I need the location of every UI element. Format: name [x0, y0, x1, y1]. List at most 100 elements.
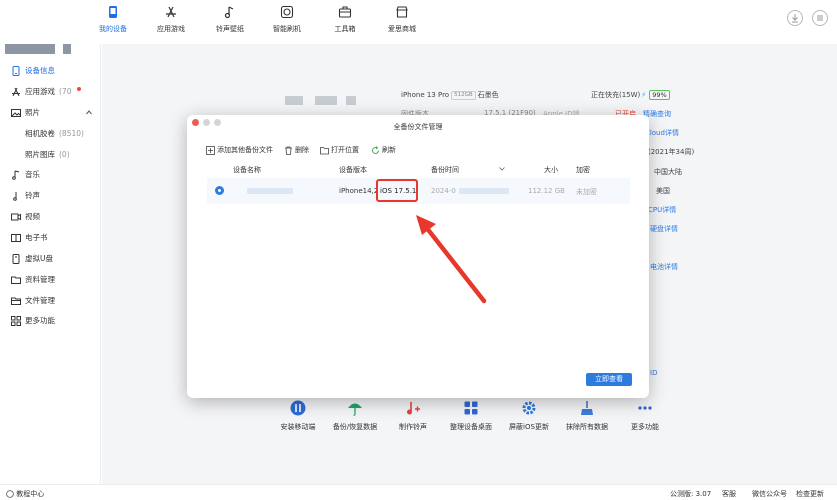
wechat-link[interactable]: 微信公众号 [752, 489, 787, 499]
sidebar-item-label: 设备信息 [25, 66, 55, 75]
sidebar-item-camera-roll[interactable]: 相机胶卷 (8510) [0, 126, 101, 142]
id-tail: ID [650, 369, 658, 377]
refresh-icon [372, 145, 379, 154]
sidebar: 设备信息 应用游戏 (70 照片 相机胶卷 (8510) 照片图库 (0) 音乐 铃声… [0, 44, 101, 484]
app-store-icon [166, 6, 176, 18]
check-update-link[interactable]: 检查更新 [796, 489, 824, 499]
storage-tag: 512GB [451, 90, 476, 100]
col-device-version[interactable]: 设备版本 [339, 165, 367, 175]
music-note-icon [224, 6, 234, 19]
col-size[interactable]: 大小 [544, 165, 558, 175]
backup-time-cell: 2024-0 [431, 187, 456, 195]
top-nav: 我的设备 应用游戏 铃声壁纸 智能刷机 工具箱 爱思商城 [0, 0, 837, 44]
row-radio[interactable] [215, 186, 224, 195]
sidebar-item-more[interactable]: 更多功能 [0, 313, 101, 329]
sidebar-item-ringtones[interactable]: 铃声 [0, 188, 101, 204]
nav-toolbox[interactable]: 工具箱 [320, 5, 370, 34]
nav-label: 爱思商城 [388, 25, 416, 33]
flash-icon [280, 5, 294, 19]
sidebar-item-photos[interactable]: 照片 [0, 105, 101, 121]
nav-ringtones[interactable]: 铃声壁纸 [205, 5, 255, 34]
dialog-title: 全备份文件管理 [393, 123, 443, 131]
file-icon [11, 297, 21, 305]
sidebar-item-music[interactable]: 音乐 [0, 167, 101, 183]
nav-shop[interactable]: 爱思商城 [377, 5, 427, 34]
col-encrypted[interactable]: 加密 [576, 165, 590, 175]
download-button[interactable] [787, 10, 803, 26]
more-icon [638, 406, 652, 410]
red-arrow-annotation [416, 215, 487, 304]
notification-dot [77, 87, 81, 91]
open-location-button[interactable]: 打开位置 [320, 145, 359, 155]
backup-time-blurred [459, 188, 509, 194]
open-location-label: 打开位置 [331, 146, 359, 154]
install-icon [290, 400, 306, 416]
sales-region: 中国大陆 [654, 168, 682, 176]
battery-link[interactable]: 电池详情 [650, 262, 678, 272]
delete-label: 删除 [295, 146, 309, 154]
tool-organize-desktop[interactable]: 整理设备桌面 [441, 397, 501, 432]
nav-label: 我的设备 [99, 25, 127, 33]
shop-icon [396, 6, 408, 18]
nav-my-device[interactable]: 我的设备 [88, 5, 138, 34]
sidebar-item-label: 音乐 [25, 170, 40, 179]
tool-backup[interactable]: 备份/恢复数据 [325, 397, 385, 432]
tool-label: 制作铃声 [399, 423, 427, 431]
size-cell: 112.12 GB [528, 187, 565, 195]
photo-icon [11, 109, 21, 117]
tool-label: 整理设备桌面 [450, 423, 492, 431]
sidebar-item-label: 相机胶卷 [25, 129, 55, 138]
chevron-up-icon[interactable] [86, 110, 92, 115]
add-backup-label: 添加其他备份文件 [217, 146, 273, 154]
col-device-name[interactable]: 设备名称 [233, 165, 261, 175]
support-link[interactable]: 客服 [722, 489, 736, 499]
device-model: iPhone 13 Pro [401, 91, 450, 99]
view-now-button[interactable]: 立即查看 [586, 373, 632, 386]
refresh-button[interactable]: 刷新 [371, 145, 396, 155]
refresh-label: 刷新 [382, 146, 396, 154]
status-bar: 教程中心 公测版: 3.07 客服 微信公众号 检查更新 [0, 484, 837, 500]
sidebar-item-count: (0) [59, 150, 70, 159]
menu-icon [817, 15, 823, 21]
ebook-icon [11, 234, 21, 242]
desktop-grid-icon [464, 401, 478, 415]
nav-flash[interactable]: 智能刷机 [262, 5, 312, 34]
sidebar-item-photo-library[interactable]: 照片图库 (0) [0, 147, 101, 163]
sort-chevron-icon[interactable] [499, 167, 505, 171]
menu-button[interactable] [812, 10, 828, 26]
col-backup-time[interactable]: 备份时间 [431, 165, 459, 175]
sidebar-item-data[interactable]: 资料管理 [0, 272, 101, 288]
tool-install-mobile[interactable]: 安装移动端 [268, 397, 328, 432]
sidebar-item-count: (70 [59, 87, 72, 96]
cpu-link[interactable]: CPU详情 [648, 205, 676, 215]
nav-apps[interactable]: 应用游戏 [146, 5, 196, 34]
sidebar-item-count: (8510) [59, 129, 84, 138]
trash-icon [285, 146, 292, 155]
nav-label: 工具箱 [334, 25, 356, 33]
ringtone-icon [13, 192, 17, 201]
sidebar-item-label: 电子书 [25, 233, 48, 242]
tutorial-link[interactable]: 教程中心 [6, 489, 44, 499]
tool-block-ios-update[interactable]: 屏蔽iOS更新 [499, 397, 559, 432]
help-icon [6, 490, 14, 498]
table-row[interactable]: iPhone14,2 iOS 17.5.1 2024-0 112.12 GB 未… [207, 178, 630, 204]
tool-label: 安装移动端 [280, 423, 316, 431]
highlight-box [376, 179, 418, 202]
device-info-icon [12, 66, 20, 76]
tool-more[interactable]: 更多功能 [615, 397, 675, 432]
sidebar-item-device-info[interactable]: 设备信息 [0, 63, 101, 79]
delete-button[interactable]: 删除 [284, 145, 309, 155]
sidebar-item-usb[interactable]: 虚拟U盘 [0, 251, 101, 267]
gear-icon [522, 401, 536, 415]
disk-link[interactable]: 硬盘详情 [650, 224, 678, 234]
tool-make-ringtone[interactable]: 制作铃声 [383, 397, 443, 432]
tool-erase-data[interactable]: 抹除所有数据 [557, 397, 617, 432]
charging-text: 正在快充(15W) [591, 91, 641, 99]
tool-label: 更多功能 [631, 423, 659, 431]
sidebar-item-video[interactable]: 视频 [0, 209, 101, 225]
charging-status: 正在快充(15W)⚡ 99% [591, 90, 670, 100]
sidebar-item-apps[interactable]: 应用游戏 (70 [0, 84, 101, 100]
add-backup-button[interactable]: 添加其他备份文件 [206, 145, 273, 155]
sidebar-item-files[interactable]: 文件管理 [0, 293, 101, 309]
sidebar-item-ebook[interactable]: 电子书 [0, 230, 101, 246]
